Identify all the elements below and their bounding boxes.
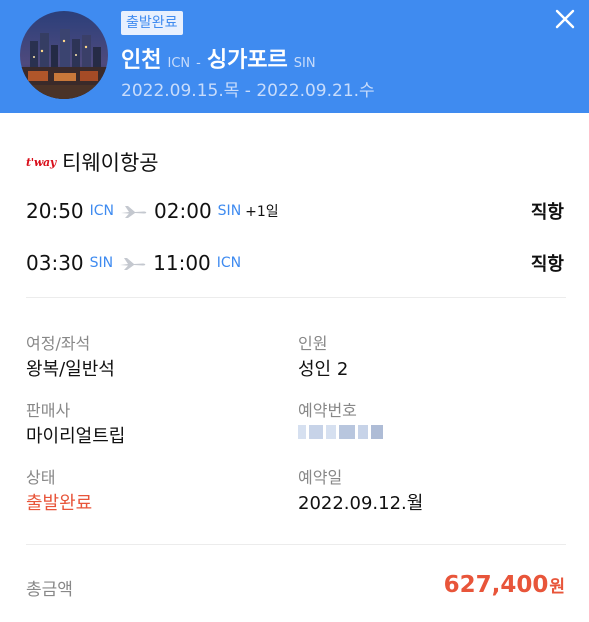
total-amount-value: 627,400: [443, 572, 549, 598]
flight-segment-outbound: 20:50 ICN 02:00 SIN +1일 직항: [26, 196, 566, 226]
itinerary-value: 왕복/일반석: [26, 359, 115, 380]
departure-code: SIN: [89, 255, 114, 271]
booking-number-masked: [298, 425, 383, 439]
booking-date-value: 2022.09.12.월: [298, 493, 424, 514]
booking-date-label: 예약일: [298, 468, 343, 487]
airplane-icon: [119, 256, 147, 270]
day-offset: +1일: [245, 204, 279, 220]
airline-row: t'way 티웨이항공: [26, 147, 159, 177]
arrival-code: SIN: [217, 203, 242, 219]
status-label: 상태: [26, 468, 56, 487]
departure-time: 03:30: [26, 251, 84, 275]
seller-label: 판매사: [26, 401, 71, 420]
airline-name: 티웨이항공: [62, 151, 159, 175]
itinerary-label: 여정/좌석: [26, 334, 91, 353]
departure-time: 20:50: [26, 199, 84, 223]
airplane-icon: [120, 204, 148, 218]
flight-type: 직항: [530, 254, 564, 275]
status-value: 출발완료: [26, 493, 93, 514]
route-title: 인천 ICN - 싱가포르 SIN: [121, 42, 316, 73]
departure-code: ICN: [89, 203, 115, 219]
arrival-time: 02:00: [154, 199, 212, 223]
airline-logo: t'way: [26, 155, 56, 169]
passengers-label: 인원: [298, 334, 328, 353]
trip-header: 출발완료 인천 ICN - 싱가포르 SIN 2022.09.15.목 - 20…: [0, 0, 589, 113]
arrival-code: ICN: [216, 255, 242, 271]
booking-number-label: 예약번호: [298, 401, 357, 420]
flight-segment-return: 03:30 SIN 11:00 ICN 직항: [26, 248, 566, 278]
seller-value: 마이리얼트립: [26, 426, 126, 447]
route-separator: -: [196, 56, 201, 71]
origin-city: 인천: [121, 48, 162, 73]
total-label: 총금액: [26, 580, 73, 600]
close-icon[interactable]: [553, 7, 577, 31]
currency-unit: 원: [549, 577, 565, 597]
destination-code: SIN: [293, 56, 316, 71]
divider: [26, 297, 566, 298]
trip-dates: 2022.09.15.목 - 2022.09.21.수: [121, 81, 375, 101]
status-badge: 출발완료: [121, 11, 183, 35]
destination-city: 싱가포르: [206, 48, 288, 73]
total-amount: 627,400 원: [444, 572, 565, 598]
destination-thumbnail: [20, 11, 108, 99]
passengers-value: 성인 2: [298, 359, 349, 380]
flight-type: 직항: [530, 202, 564, 223]
divider: [26, 544, 566, 545]
origin-code: ICN: [167, 56, 191, 71]
arrival-time: 11:00: [153, 251, 211, 275]
